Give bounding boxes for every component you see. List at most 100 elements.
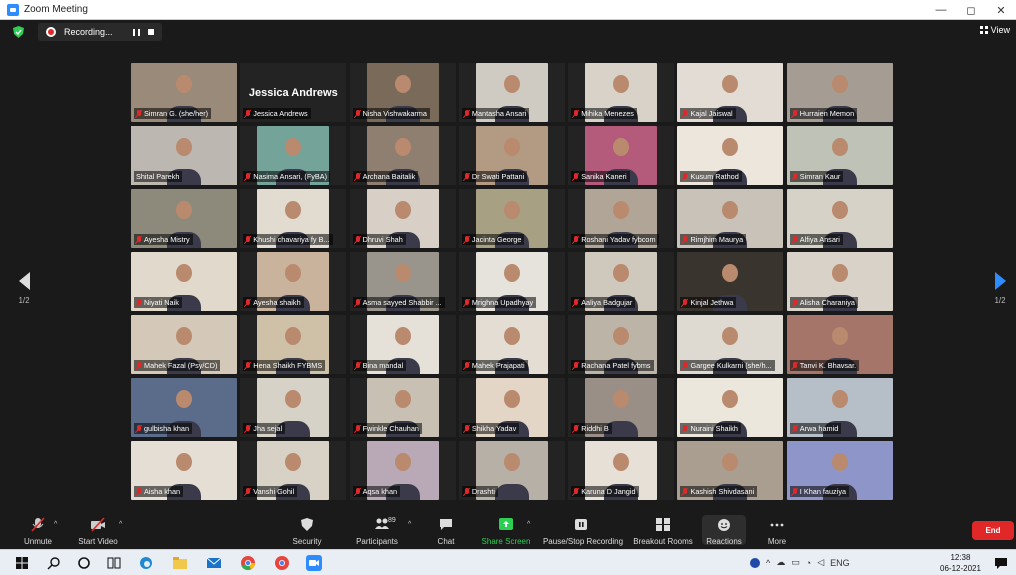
participant-tile[interactable]: Alfiya Ansari [786, 189, 893, 248]
participant-tile[interactable]: Archana Baitalik [349, 126, 456, 185]
participant-tile[interactable]: Rachana Patel fybms [568, 315, 675, 374]
participant-tile[interactable]: gulbisha khan [131, 378, 237, 437]
participant-tile[interactable]: Jessica Andrews Jessica Andrews [240, 63, 347, 122]
file-explorer-icon[interactable] [172, 555, 188, 571]
chrome-profile-icon[interactable] [274, 555, 290, 571]
participant-tile[interactable]: Jacinta George [458, 189, 565, 248]
participant-tile[interactable]: Kashish Shivdasani [677, 441, 784, 500]
share-screen-button[interactable]: Share Screen [478, 517, 534, 546]
participant-tile[interactable]: Ayesha shaikh [240, 252, 347, 311]
participant-tile[interactable]: Alisha Charaniya [786, 252, 893, 311]
end-meeting-button[interactable]: End [972, 521, 1014, 540]
participant-tile[interactable]: Aaliya Badgujar [568, 252, 675, 311]
shield-icon[interactable] [13, 26, 24, 38]
video-options-caret[interactable]: ^ [119, 521, 122, 528]
notifications-icon[interactable] [993, 555, 1009, 571]
chat-button[interactable]: Chat [430, 517, 462, 546]
participant-tile[interactable]: Aqsa khan [349, 441, 456, 500]
participant-tile[interactable]: Mahek Fazal (Psy/CD) [131, 315, 237, 374]
participant-name: Roshani Yadav fybcom [581, 235, 656, 244]
participant-tile[interactable]: Mihika Menezes [568, 63, 675, 122]
cortana-icon[interactable] [76, 555, 92, 571]
mic-muted-icon [355, 298, 361, 307]
reactions-button[interactable]: Reactions [702, 515, 746, 546]
participant-tile[interactable]: Dr Swati Pattani [458, 126, 565, 185]
security-button[interactable]: Security [288, 517, 326, 546]
participant-tile[interactable]: Drashti [458, 441, 565, 500]
start-video-button[interactable]: Start Video [74, 517, 122, 546]
participant-tile[interactable]: Gargee Kulkarni (she/h... [677, 315, 784, 374]
audio-options-caret[interactable]: ^ [54, 521, 57, 528]
minimize-button[interactable]: — [926, 0, 956, 20]
participant-tile[interactable]: Asma sayyed Shabbir ... [349, 252, 456, 311]
participant-tile[interactable]: Dhruvi Shah [349, 189, 456, 248]
participant-tile[interactable]: Rimjhim Maurya [677, 189, 784, 248]
participant-tile[interactable]: Simran G. (she/her) [131, 63, 237, 122]
participant-tile[interactable]: Riddhi B [568, 378, 675, 437]
participant-tile[interactable]: Karuna D Jangid [568, 441, 675, 500]
participant-name: Simran G. (she/her) [144, 109, 209, 118]
task-view-icon[interactable] [106, 555, 122, 571]
participant-tile[interactable]: Aisha khan [131, 441, 237, 500]
next-page-button[interactable]: 1/2 [990, 272, 1010, 305]
language-indicator[interactable]: ENG [830, 558, 850, 568]
volume-icon[interactable]: ◁ [817, 557, 824, 568]
participants-button[interactable]: 89 Participants [352, 517, 402, 546]
tray-app-icon[interactable] [750, 557, 760, 568]
windows-start-icon[interactable] [14, 555, 30, 571]
participant-tile[interactable]: Bina mandal [349, 315, 456, 374]
participant-tile[interactable]: Shikha Yadav [458, 378, 565, 437]
view-button[interactable]: View [979, 25, 1010, 35]
participant-tile[interactable]: Simran Kaur [786, 126, 893, 185]
wifi-icon[interactable]: ◔ [806, 558, 811, 568]
participant-tile[interactable]: Kinjal Jethwa [677, 252, 784, 311]
participant-tile[interactable]: Tanvi K. Bhavsar. [786, 315, 893, 374]
chevron-up-icon[interactable]: ^ [766, 558, 770, 568]
participant-tile[interactable]: Nasima Ansari, (FyBA) [240, 126, 347, 185]
participant-tile[interactable]: Niyati Naik [131, 252, 237, 311]
participant-tile[interactable]: Fwinkle Chauhan [349, 378, 456, 437]
cloud-icon[interactable]: ☁ [776, 557, 785, 568]
mic-muted-icon [573, 109, 579, 118]
participant-tile[interactable]: Sanika Kaneri [568, 126, 675, 185]
participant-name: Sanika Kaneri [581, 172, 627, 181]
maximize-button[interactable]: ◻ [956, 0, 986, 20]
participant-tile[interactable]: Hena Shaikh FYBMS [240, 315, 347, 374]
breakout-rooms-button[interactable]: Breakout Rooms [632, 517, 694, 546]
participants-options-caret[interactable]: ^ [408, 521, 411, 528]
participant-tile[interactable]: Vanshi Gohil [240, 441, 347, 500]
participant-tile[interactable]: Kajal Jaiswal [677, 63, 784, 122]
mail-icon[interactable] [206, 555, 222, 571]
pause-icon[interactable] [132, 28, 140, 36]
participant-tile[interactable]: Kusum Rathod [677, 126, 784, 185]
participant-tile[interactable]: I Khan fauziya [786, 441, 893, 500]
mic-muted-icon [136, 424, 142, 433]
participant-tile[interactable]: Shital Parekh [131, 126, 237, 185]
more-button[interactable]: More [762, 517, 792, 546]
pause-stop-recording-button[interactable]: Pause/Stop Recording [540, 517, 626, 546]
stop-icon[interactable] [147, 29, 154, 35]
edge-browser-icon[interactable] [138, 555, 154, 571]
participant-tile[interactable]: Roshani Yadav fybcom [568, 189, 675, 248]
previous-page-button[interactable]: 1/2 [14, 272, 34, 305]
chrome-icon[interactable] [240, 555, 256, 571]
participant-tile[interactable]: Nisha Vishwakarma [349, 63, 456, 122]
participant-tile[interactable]: Mahek Prajapati [458, 315, 565, 374]
participants-count: 89 [388, 517, 396, 524]
close-button[interactable]: ✕ [986, 0, 1016, 20]
share-options-caret[interactable]: ^ [527, 521, 530, 528]
participant-tile[interactable]: Hurraien Memon [786, 63, 893, 122]
participant-tile[interactable]: Mrighna Upadhyay [458, 252, 565, 311]
participant-tile[interactable]: Nuraini Shaikh [677, 378, 784, 437]
participant-tile[interactable]: Arwa hamid [786, 378, 893, 437]
participant-tile[interactable]: Khushi chavariya fy B... [240, 189, 347, 248]
network-icon[interactable]: ▭ [791, 557, 800, 568]
mic-muted-icon [245, 172, 251, 181]
participant-tile[interactable]: Jha sejal [240, 378, 347, 437]
participant-tile[interactable]: Mantasha Ansari [458, 63, 565, 122]
search-icon[interactable] [46, 555, 62, 571]
taskbar-clock[interactable]: 12:38 06-12-2021 [940, 552, 981, 574]
participant-tile[interactable]: Ayesha Mistry [131, 189, 237, 248]
participant-nameplate: Kinjal Jethwa [680, 297, 737, 308]
zoom-taskbar-icon[interactable] [306, 555, 322, 571]
